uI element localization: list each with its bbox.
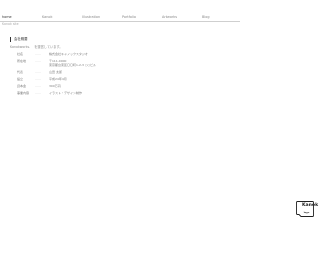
row-value-line: 平成24年4月 (49, 76, 67, 81)
badge-label: Kanok (302, 203, 319, 208)
intro-description: を運営しています。 (34, 45, 63, 49)
nav-divider (0, 21, 240, 22)
nav-item-kanok[interactable]: Kanok (42, 15, 52, 19)
row-separator: …… (35, 91, 41, 96)
nav-item-illustration[interactable]: Illustration (82, 15, 100, 19)
nav-item-blog[interactable]: Blog (202, 15, 210, 19)
company-info-table: 社名 …… 株式会社キャノックスタジオ 所在地 …… 〒111-0000 東京都… (17, 52, 97, 99)
nav-item-artworks[interactable]: Artworks (162, 15, 177, 19)
row-value-line: 株式会社キャノックスタジオ (49, 52, 88, 56)
row-value: イラスト・デザイン制作 (49, 91, 96, 99)
row-value-line: 東京都台東区〇〇町1-2-3 ○○ビル (49, 62, 97, 67)
table-row: 事業内容 …… イラスト・デザイン制作 (17, 91, 96, 99)
row-label: 事業内容 (17, 91, 30, 96)
row-value-line: イラスト・デザイン制作 (49, 91, 82, 96)
row-value-line: 300万円 (49, 84, 61, 89)
site-subtitle: Kanok site (2, 21, 19, 26)
page: home Kanok Illustration Portfolio Artwor… (0, 0, 336, 280)
nav-item-portfolio[interactable]: Portfolio (122, 15, 136, 19)
intro-site-name: Kanokworks. (10, 45, 31, 49)
intro-text: Kanokworks. を運営しています。 (10, 45, 62, 49)
page-title: 会社概要 (10, 37, 28, 42)
nav-item-home[interactable]: home (2, 15, 12, 19)
row-value-line: 山田 太郎 (49, 69, 62, 74)
